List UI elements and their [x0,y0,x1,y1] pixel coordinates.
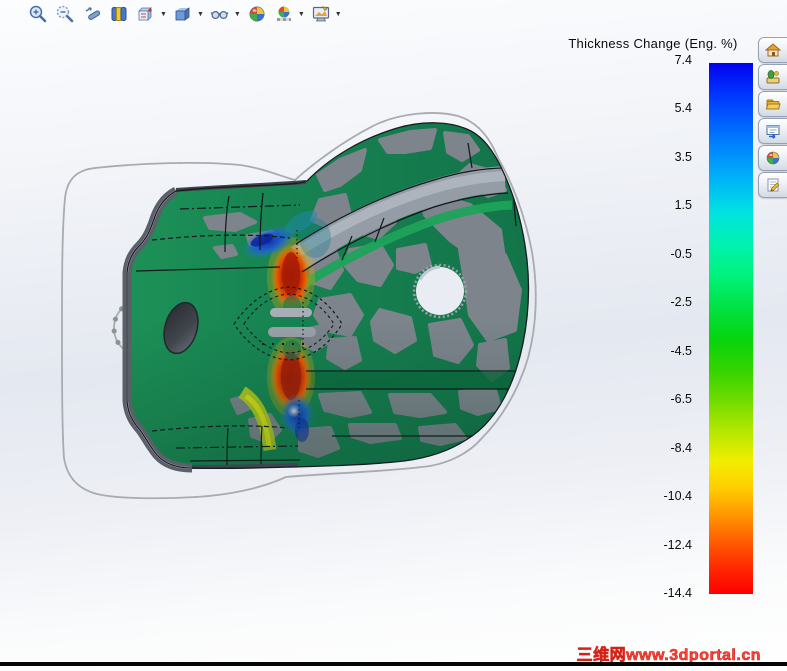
display-style-button[interactable] [171,2,195,26]
view-settings-button[interactable] [309,2,333,26]
zoom-in-button[interactable] [26,2,50,26]
zoom-to-area-button[interactable] [53,2,77,26]
section-view-icon [111,7,127,21]
view-settings-monitor-icon [312,5,329,22]
view-palette-icon [766,125,780,139]
edit-appearance-button[interactable] [245,2,269,26]
glasses-icon [210,10,229,20]
legend-tick: -12.4 [663,537,693,552]
legend-tick: -0.5 [670,246,692,261]
appearance-ball-icon [249,6,265,22]
view-orientation-cube-icon [138,7,152,21]
custom-properties-icon [767,178,780,192]
task-pane-file-explorer-tab[interactable] [758,91,787,117]
apply-scene-dropdown[interactable]: ▼ [298,2,305,26]
folder-icon [765,99,781,110]
appearances-ball-icon [766,151,780,165]
view-settings-dropdown[interactable]: ▼ [335,2,342,26]
task-pane-home-tab[interactable] [758,37,787,63]
zoom-to-selection-button[interactable] [80,2,104,26]
legend-tick: -10.4 [663,489,693,504]
apply-scene-button[interactable] [272,2,296,26]
task-pane-appearances-tab[interactable] [758,145,787,171]
bottom-black-bar [0,662,787,666]
apply-scene-ball-icon [276,6,291,21]
home-icon [765,43,781,57]
zoom-in-magnifier-icon [29,5,47,23]
design-library-icon [766,70,780,84]
task-pane-view-palette-tab[interactable] [758,118,787,144]
task-pane-tabs [758,37,787,198]
legend-tick: -4.5 [670,343,692,358]
section-view-button[interactable] [107,2,131,26]
task-pane-custom-properties-tab[interactable] [758,172,787,198]
legend-colorbar [709,63,753,594]
part-thickness-result[interactable] [120,120,540,480]
legend-tick: -8.4 [670,440,692,455]
view-orientation-button[interactable] [134,2,158,26]
display-style-dropdown[interactable]: ▼ [197,2,204,26]
display-style-cube-icon [175,7,190,21]
zoom-area-magnifier-icon [56,5,74,23]
legend-tick: 7.4 [674,53,692,67]
view-orientation-dropdown[interactable]: ▼ [160,2,167,26]
legend-ticks: 7.4 5.4 3.5 1.5 -0.5 -2.5 -4.5 -6.5 -8.4 -10.4 -12… [636,53,693,600]
legend-tick: 3.5 [674,149,692,164]
legend-title: Thickness Change (Eng. %) [568,36,738,51]
hide-show-items-button[interactable] [208,2,232,26]
legend-tick: -14.4 [663,585,693,600]
legend-tick: 5.4 [674,101,692,116]
legend-tick: -6.5 [670,392,692,407]
task-pane-design-library-tab[interactable] [758,64,787,90]
zoom-wand-icon [85,7,101,20]
hide-show-items-dropdown[interactable]: ▼ [234,2,241,26]
view-toolbar: ▼ ▼ ▼ ▼ ▼ [26,2,343,26]
legend-tick: -2.5 [670,295,692,310]
legend-tick: 1.5 [674,198,692,213]
